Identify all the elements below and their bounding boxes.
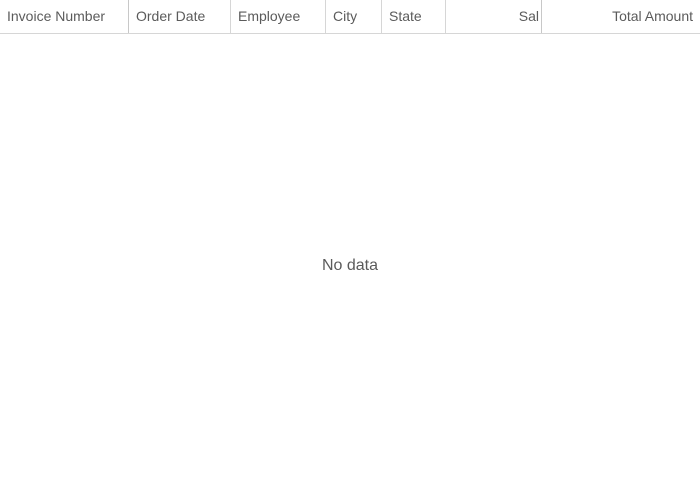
column-header-sales[interactable]: Sal xyxy=(445,0,541,33)
data-grid: Invoice Number Order Date Employee City … xyxy=(0,0,700,500)
column-header-city[interactable]: City xyxy=(325,0,381,33)
column-header-total-amount[interactable]: Total Amount xyxy=(541,0,700,33)
column-header-order-date[interactable]: Order Date xyxy=(129,0,230,33)
column-header-employee[interactable]: Employee xyxy=(230,0,325,33)
column-header-state[interactable]: State xyxy=(381,0,445,33)
column-header-invoice-number[interactable]: Invoice Number xyxy=(0,0,129,33)
no-data-message: No data xyxy=(321,257,379,274)
grid-body: No data xyxy=(0,34,700,500)
grid-header-row: Invoice Number Order Date Employee City … xyxy=(0,0,700,34)
